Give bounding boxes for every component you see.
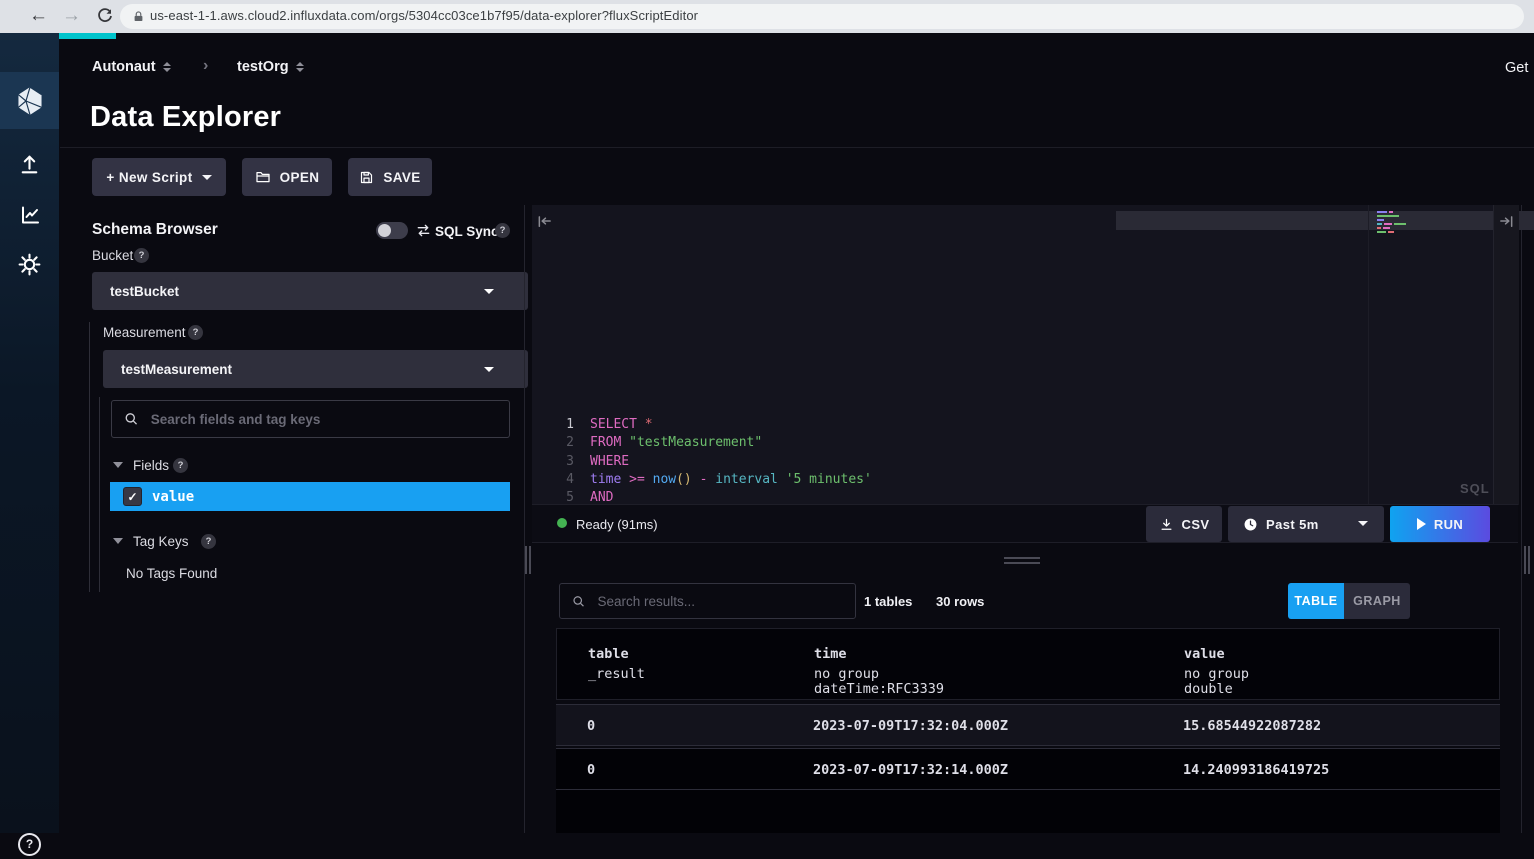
browser-forward-icon[interactable]: → (62, 3, 81, 28)
rows-count: 30 rows (936, 594, 984, 609)
column-meta: no group (814, 666, 879, 682)
right-splitter-handle[interactable] (1524, 546, 1532, 574)
browser-chrome: ← → us-east-1-1.aws.cloud2.influxdata.co… (0, 0, 1534, 33)
column-meta: dateTime:RFC3339 (814, 681, 944, 697)
folder-icon (255, 169, 271, 185)
help-glyph: ? (18, 833, 41, 856)
left-splitter-handle[interactable] (525, 546, 533, 574)
tag-keys-expand-icon[interactable] (113, 538, 123, 544)
new-script-button[interactable]: + New Script (92, 158, 226, 196)
column-meta: _result (588, 666, 645, 682)
active-line-highlight (1116, 211, 1534, 230)
right-splitter[interactable] (1521, 205, 1522, 833)
csv-button[interactable]: CSV (1146, 506, 1222, 542)
table-cell: 0 (587, 718, 595, 734)
new-script-label: + New Script (106, 170, 192, 185)
chevron-down-icon (202, 175, 212, 180)
results-search-input[interactable] (595, 593, 843, 610)
table-row[interactable]: 0 2023-07-09T17:32:04.000Z 15.685449220872… (556, 704, 1500, 746)
minimap-line (1377, 231, 1394, 233)
minimap-line (1377, 215, 1399, 217)
breadcrumb-separator: › (203, 57, 208, 75)
influxdb-logo[interactable] (0, 72, 59, 129)
browser-back-icon[interactable]: ← (29, 3, 48, 28)
code-text: time >= now() - interval '5 minutes' (590, 471, 872, 489)
code-text: FROM "testMeasurement" (590, 434, 762, 452)
table-cell: 0 (587, 762, 595, 778)
minimap-line (1377, 219, 1384, 221)
run-label: RUN (1434, 517, 1463, 532)
page-title: Data Explorer (90, 101, 281, 134)
minimap-divider (1368, 205, 1369, 505)
breadcrumb-org[interactable]: Autonaut (92, 59, 156, 75)
code-line[interactable]: 1 SELECT * (0, 416, 986, 434)
column-meta: no group (1184, 666, 1249, 682)
code-line[interactable]: 4 time >= now() - interval '5 minutes' (0, 471, 986, 489)
save-button[interactable]: SAVE (348, 158, 432, 196)
minimap-line (1377, 211, 1393, 213)
results-table-header: table_resulttimeno groupdateTime:RFC3339… (556, 628, 1500, 700)
table-cell: 2023-07-09T17:32:14.000Z (813, 762, 1008, 778)
help-icon[interactable]: ? (0, 829, 59, 859)
time-range-dropdown[interactable]: Past 5m (1228, 506, 1384, 542)
project-switcher-icon[interactable] (296, 62, 304, 72)
horizontal-splitter-handle[interactable] (1004, 557, 1040, 565)
column-header-time: time (814, 646, 847, 662)
code-text: SELECT * (590, 416, 653, 434)
csv-label: CSV (1182, 517, 1210, 532)
no-tags-found-text: No Tags Found (126, 566, 217, 581)
query-status-text: Ready (91ms) (576, 517, 658, 532)
table-cell: 14.240993186419725 (1183, 762, 1329, 778)
code-line[interactable]: 3 WHERE (0, 453, 986, 471)
table-cell: 15.68544922087282 (1183, 718, 1321, 734)
url-text[interactable]: us-east-1-1.aws.cloud2.influxdata.com/or… (150, 8, 698, 23)
play-icon (1417, 518, 1426, 530)
minimap-line (1377, 223, 1406, 225)
code-text: WHERE (590, 453, 629, 471)
table-cell: 2023-07-09T17:32:04.000Z (813, 718, 1008, 734)
status-dot (557, 518, 567, 528)
line-number: 2 (548, 434, 574, 452)
editor-right-rail (1493, 205, 1519, 505)
tag-keys-help-icon[interactable]: ? (201, 534, 216, 549)
run-button[interactable]: RUN (1390, 506, 1490, 542)
results-table: table_resulttimeno groupdateTime:RFC3339… (556, 628, 1500, 833)
title-divider (60, 147, 1534, 148)
topnav-right-text[interactable]: Get (1505, 60, 1528, 76)
column-header-value: value (1184, 646, 1225, 662)
open-button[interactable]: OPEN (242, 158, 332, 196)
results-search[interactable] (559, 583, 856, 619)
sql-editor[interactable]: 1 SELECT * 2 FROM "testMeasurement" 3 WHERE 4t… (532, 205, 1518, 505)
line-number: 3 (548, 453, 574, 471)
column-header-table: table (588, 646, 629, 662)
download-icon (1159, 517, 1174, 532)
search-icon (572, 594, 585, 609)
line-number: 1 (548, 416, 574, 434)
save-label: SAVE (383, 170, 420, 185)
language-badge: SQL (1460, 481, 1490, 496)
results-table-footer-space (556, 790, 1500, 833)
tab-graph[interactable]: GRAPH (1344, 583, 1410, 619)
clock-icon (1243, 517, 1258, 532)
tables-count: 1 tables (864, 594, 912, 609)
code-line[interactable]: 2 FROM "testMeasurement" (0, 434, 986, 452)
column-meta: double (1184, 681, 1233, 697)
lock-icon (132, 10, 145, 23)
line-number: 4 (548, 471, 574, 489)
query-status-bar: Ready (91ms) CSV Past 5m RUN (532, 504, 1518, 543)
floppy-icon (359, 170, 374, 185)
collapse-right-icon[interactable] (1499, 214, 1514, 229)
browser-refresh-icon[interactable] (96, 7, 114, 25)
open-label: OPEN (280, 170, 320, 185)
upload-icon[interactable] (0, 149, 59, 179)
minimap-line (1377, 227, 1390, 229)
breadcrumb-project[interactable]: testOrg (237, 59, 289, 75)
org-switcher-icon[interactable] (163, 62, 171, 72)
chevron-down-icon (1358, 521, 1368, 526)
tag-keys-label: Tag Keys (133, 534, 189, 549)
tab-table[interactable]: TABLE (1288, 583, 1344, 619)
table-row[interactable]: 0 2023-07-09T17:32:14.000Z 14.240993186419… (556, 748, 1500, 790)
time-range-label: Past 5m (1266, 517, 1319, 532)
